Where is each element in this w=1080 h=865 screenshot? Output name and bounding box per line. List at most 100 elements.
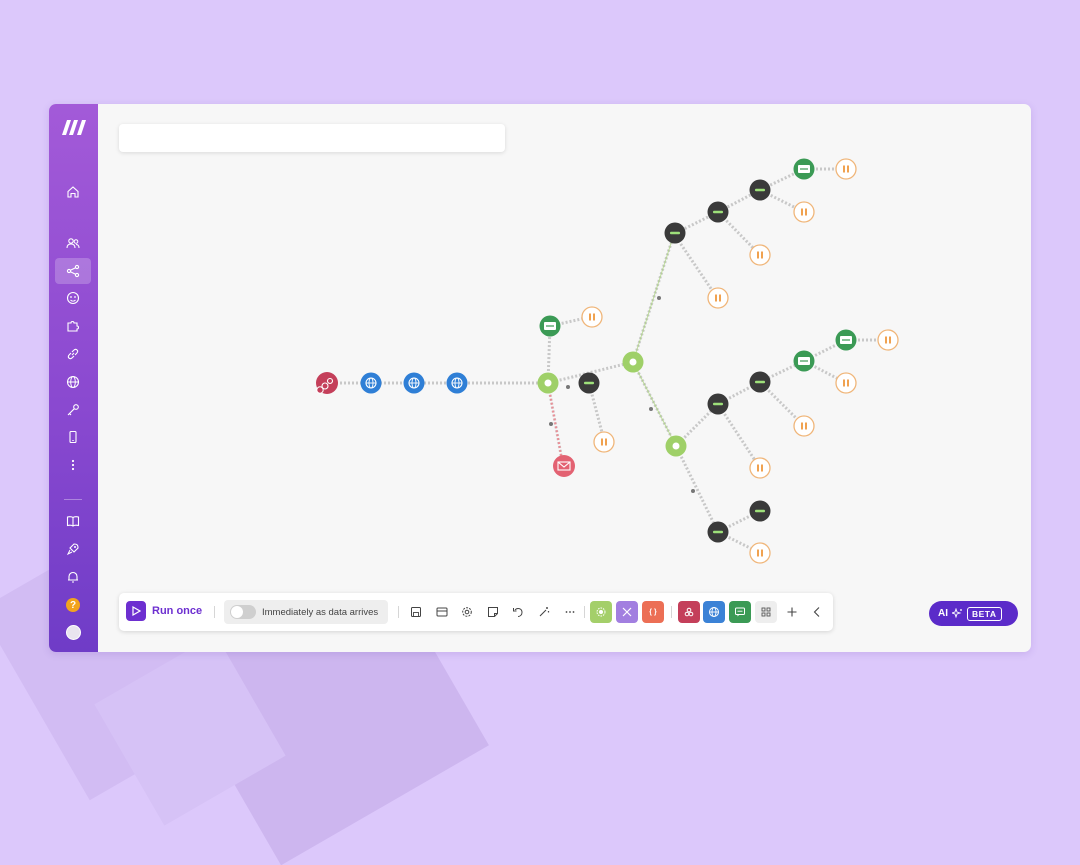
webhooks-tile[interactable]: [678, 601, 700, 623]
sidebar-item-home[interactable]: [55, 179, 91, 205]
router-module[interactable]: [665, 435, 687, 457]
book-icon: [66, 516, 80, 527]
sms-module[interactable]: [834, 328, 858, 352]
dark-module[interactable]: [749, 500, 771, 522]
textlocal-tile[interactable]: [729, 601, 751, 623]
json-tile[interactable]: { }: [642, 601, 664, 623]
dark-module[interactable]: [664, 222, 686, 244]
break-module[interactable]: [707, 287, 729, 309]
route-highlight-lines: [632, 233, 677, 447]
key-icon: [67, 404, 79, 416]
run-once-label: Run once: [152, 605, 203, 617]
immediately-label: Immediately as data arrives: [262, 606, 379, 618]
sidebar-item-help[interactable]: ?: [55, 592, 91, 618]
json-tile-label: { }: [649, 608, 657, 616]
break-module[interactable]: [581, 306, 603, 328]
dark-module[interactable]: [749, 179, 771, 201]
sidebar-item-templates[interactable]: [55, 285, 91, 311]
flow-control-tile[interactable]: [616, 601, 638, 623]
undo-button[interactable]: [509, 603, 527, 621]
notes-button[interactable]: [484, 603, 502, 621]
sidebar-item-docs[interactable]: [55, 508, 91, 534]
app-window: ? Run once Immediately as data arrives {…: [49, 104, 1031, 652]
globe-icon: [709, 607, 719, 617]
sidebar-item-more[interactable]: [55, 452, 91, 478]
settings-button[interactable]: [458, 603, 476, 621]
play-icon: [126, 601, 146, 621]
http-module[interactable]: [402, 371, 426, 395]
toolbar-divider: [671, 606, 672, 618]
undo-icon: [513, 608, 523, 617]
templates-icon: [66, 291, 80, 305]
break-module[interactable]: [749, 457, 771, 479]
http-tile[interactable]: [703, 601, 725, 623]
sidebar-item-team[interactable]: [55, 230, 91, 256]
sms-module[interactable]: [538, 314, 562, 338]
dark-module[interactable]: [749, 371, 771, 393]
sidebar-item-profile[interactable]: [55, 619, 91, 645]
auto-align-button[interactable]: [535, 603, 553, 621]
make-logo[interactable]: [61, 118, 87, 136]
dark-module[interactable]: [707, 393, 729, 415]
sms-module[interactable]: [792, 157, 816, 181]
break-module[interactable]: [835, 372, 857, 394]
toggle-switch[interactable]: [230, 605, 256, 619]
break-module[interactable]: [749, 244, 771, 266]
sidebar-item-scenarios[interactable]: [55, 258, 91, 284]
immediately-toggle[interactable]: Immediately as data arrives: [224, 600, 388, 624]
toolbar-divider: [214, 606, 215, 618]
add-module-button[interactable]: [783, 603, 801, 621]
router-module[interactable]: [537, 372, 559, 394]
sms-module[interactable]: [792, 349, 816, 373]
magic-wand-icon: [539, 607, 550, 617]
break-module[interactable]: [793, 201, 815, 223]
sidebar-item-notifications[interactable]: [55, 564, 91, 590]
more-options-button[interactable]: [561, 603, 579, 621]
run-once-button[interactable]: Run once: [126, 601, 202, 621]
chevron-left-icon: [813, 607, 820, 617]
more-vertical-icon: [71, 459, 75, 471]
http-module[interactable]: [445, 371, 469, 395]
tools-tile[interactable]: [590, 601, 612, 623]
webhook-icon: [684, 607, 694, 617]
more-apps-tile[interactable]: [755, 601, 777, 623]
webhook-module[interactable]: [316, 372, 338, 394]
break-module[interactable]: [835, 158, 857, 180]
home-icon: [67, 186, 79, 198]
scenario-canvas[interactable]: [98, 104, 1031, 652]
break-module[interactable]: [877, 329, 899, 351]
sidebar-item-webhooks[interactable]: [55, 369, 91, 395]
note-icon: [488, 607, 498, 617]
break-module[interactable]: [593, 431, 615, 453]
router-module[interactable]: [622, 351, 644, 373]
toolbar-divider: [584, 606, 585, 618]
dark-module[interactable]: [707, 201, 729, 223]
ai-assistant-button[interactable]: AI BETA: [929, 601, 1018, 626]
email-module[interactable]: [553, 455, 575, 477]
globe-icon: [66, 375, 80, 389]
sidebar-item-devices[interactable]: [55, 424, 91, 450]
scheduling-button[interactable]: [433, 603, 451, 621]
rocket-icon: [66, 543, 79, 556]
dark-module[interactable]: [578, 372, 600, 394]
link-icon: [67, 348, 79, 360]
break-module[interactable]: [793, 415, 815, 437]
sidebar-item-apps[interactable]: [55, 313, 91, 339]
sidebar-item-connections[interactable]: [55, 341, 91, 367]
collapse-toolbar-button[interactable]: [808, 603, 826, 621]
help-icon: ?: [66, 598, 80, 612]
puzzle-icon: [67, 320, 80, 332]
sidebar-item-keys[interactable]: [55, 397, 91, 423]
plus-icon: [787, 607, 797, 617]
bottom-toolbar: Run once Immediately as data arrives {}: [119, 593, 833, 631]
bell-icon: [68, 571, 78, 583]
break-module[interactable]: [749, 542, 771, 564]
more-dots-icon: [565, 611, 575, 613]
http-module[interactable]: [359, 371, 383, 395]
toolbar-divider: [398, 606, 399, 618]
ai-label: AI: [938, 608, 948, 619]
sidebar-item-whats-new[interactable]: [55, 536, 91, 562]
save-button[interactable]: [407, 603, 425, 621]
flow-control-icon: [622, 607, 632, 617]
dark-module[interactable]: [707, 521, 729, 543]
